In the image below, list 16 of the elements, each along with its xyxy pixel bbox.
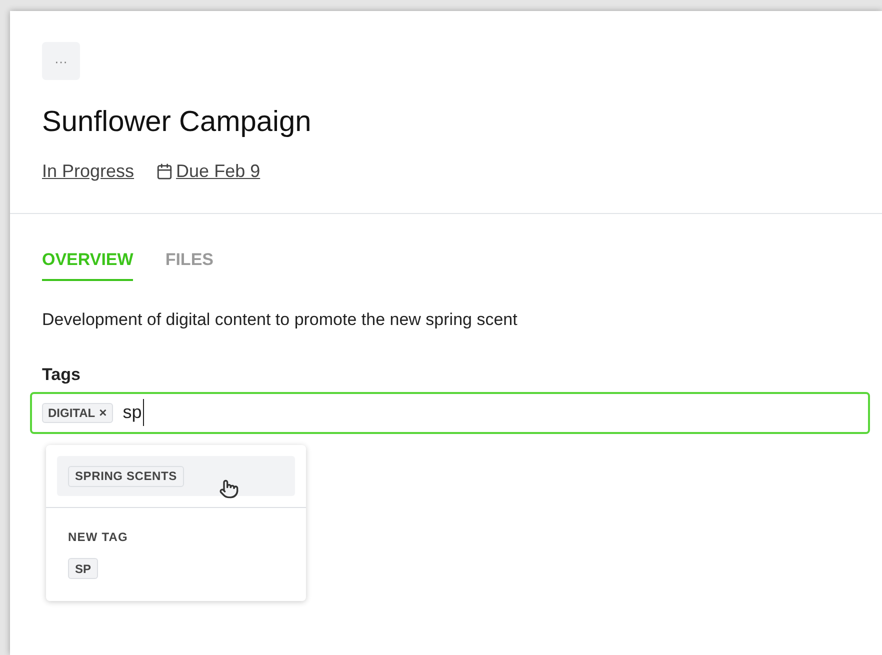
new-tag-heading: NEW TAG (68, 529, 129, 546)
tag-chip: SPRING SCENTS (68, 466, 184, 486)
status-link[interactable]: In Progress (42, 158, 134, 186)
due-date-link[interactable]: Due Feb 9 (156, 158, 260, 186)
input-value: sp (122, 399, 144, 426)
page-title: Sunflower Campaign (42, 105, 312, 140)
new-tag-chip[interactable]: SP (68, 558, 98, 579)
tag-label: DIGITAL (48, 404, 96, 422)
hand-cursor-icon (219, 479, 239, 499)
remove-tag-button[interactable]: × (99, 406, 107, 420)
more-button[interactable]: ··· (42, 42, 80, 80)
calendar-icon (156, 163, 174, 180)
tags-label: Tags (42, 364, 82, 386)
description: Development of digital content to promote the new spring scent (42, 308, 518, 331)
suggestion-item[interactable]: SPRING SCENTS (57, 456, 295, 496)
tags-input-field[interactable]: DIGITAL × sp (30, 392, 870, 434)
